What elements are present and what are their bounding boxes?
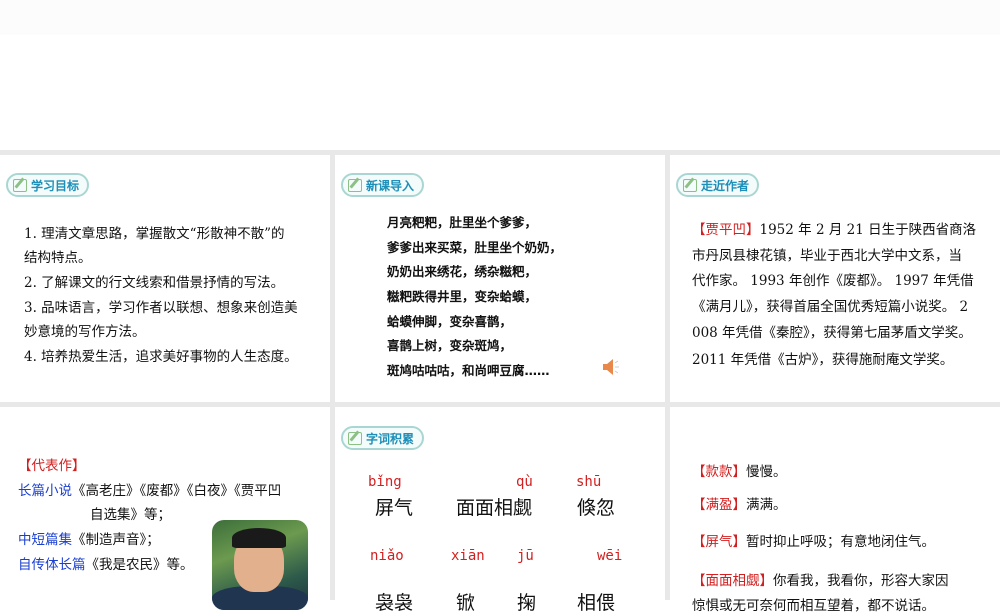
pinyin: jū [517,548,534,564]
section-badge: 走近作者 [676,173,760,197]
term: 【款款】 [692,464,746,480]
term-def: 暂时抑止呼吸；有意地闭住气。 [746,534,935,550]
speaker-icon[interactable] [602,358,620,376]
pinyin: bǐng [368,474,402,490]
term-def: 你看我，我看你，形容大家因 [773,573,949,589]
objective-line: 4. 培养热爱生活，追求美好事物的人生态度。 [24,349,298,365]
works-line: 长篇小说《高老庄》《废都》《白夜》《贾平凹 [18,479,281,499]
edit-icon [13,178,27,192]
works-line: 自传体长篇《我是农民》等。 [18,553,194,573]
term: 【满盈】 [692,497,746,513]
term: 【屏气】 [692,534,746,550]
objective-line: 1. 理清文章思路，掌握散文“形散神不散”的 [24,226,285,242]
vocab-word: 掬 [517,592,537,614]
vocab-word: 袅袅 [375,592,414,614]
poem-line: 奶奶出来绣花，绣杂糍粑， [387,264,538,279]
section-title: 走近作者 [701,178,750,193]
pinyin: wēi [597,548,623,564]
section-badge: 字词积累 [341,426,425,450]
section-title: 学习目标 [31,178,80,193]
section-badge: 新课导入 [341,173,425,197]
top-band [0,0,1000,35]
row-divider [0,402,1000,407]
definition: 【款款】慢慢。 [692,460,787,480]
vocab-word: 锨 [456,592,476,614]
works-text: 《高老庄》《废都》《白夜》《贾平凹 [72,483,282,499]
works-label: 长篇小说 [18,483,72,499]
vocab-word: 面面相觑 [456,497,533,519]
vocab-word: 屏气 [375,497,414,519]
objective-line: 结构特点。 [24,250,92,266]
edit-icon [683,178,697,192]
author-line: 2011 年凭借《古炉》，获得施耐庵文学奖。 [692,352,954,368]
works-text: 《制造声音》； [72,532,160,548]
definition: 【满盈】满满。 [692,493,787,513]
section-title: 字词积累 [366,431,415,446]
author-line: 《满月儿》，获得首届全国优秀短篇小说奖。 2 [692,299,969,315]
pinyin: shū [576,474,602,490]
edit-icon [348,178,362,192]
definition: 【面面相觑】你看我，我看你，形容大家因 [692,569,949,589]
col-divider [330,150,335,600]
col-divider [665,150,670,600]
author-photo [212,520,308,610]
works-heading: 【代表作】 [18,458,86,474]
vocab-word: 倏忽 [577,497,616,519]
objective-line: 妙意境的写作方法。 [24,324,146,340]
definition: 【屏气】暂时抑止呼吸；有意地闭住气。 [692,530,935,550]
objective-line: 3. 品味语言，学习作者以联想、想象来创造美 [24,300,298,316]
poem-line: 斑鸠咕咕咕，和尚呷豆腐…… [387,363,550,378]
row-divider [0,150,1000,155]
works-text: 《我是农民》等。 [85,557,194,573]
term-def: 满满。 [746,497,787,513]
works-label: 中短篇集 [18,532,72,548]
works-label: 自传体长篇 [18,557,86,573]
poem-line: 喜鹊上树，变杂斑鸠， [387,338,513,353]
poem-line: 月亮粑粑，肚里坐个爹爹， [387,215,538,230]
author-line: 008 年凭借《秦腔》，获得第七届茅盾文学奖。 [692,325,972,341]
section-badge: 学习目标 [6,173,90,197]
works-line: 自选集》等； [90,507,171,523]
author-line: 代作家。 1993 年创作《废都》。 1997 年凭借 [692,273,974,289]
edit-icon [348,431,362,445]
author-name: 【贾平凹】 [692,222,760,238]
author-line: 1952 年 2 月 21 日生于陕西省商洛 [759,222,977,238]
poem-line: 蛤蟆伸脚，变杂喜鹊， [387,314,513,329]
section-title: 新课导入 [366,178,415,193]
pinyin: qù [516,474,533,490]
poem-line: 爹爹出来买菜，肚里坐个奶奶， [387,240,563,255]
definition-continued: 惊惧或无可奈何而相互望着，都不说话。 [692,598,935,614]
pinyin: niǎo [370,548,404,564]
author-line: 市丹凤县棣花镇，毕业于西北大学中文系，当 [692,248,962,264]
pinyin: xiān [451,548,485,564]
vocab-word: 相偎 [577,592,616,614]
poem-line: 糍粑跌得井里，变杂蛤蟆， [387,289,538,304]
term-def: 慢慢。 [746,464,787,480]
term: 【面面相觑】 [692,573,773,589]
objective-line: 2. 了解课文的行文线索和借景抒情的写法。 [24,275,285,291]
works-line: 中短篇集《制造声音》； [18,528,160,548]
